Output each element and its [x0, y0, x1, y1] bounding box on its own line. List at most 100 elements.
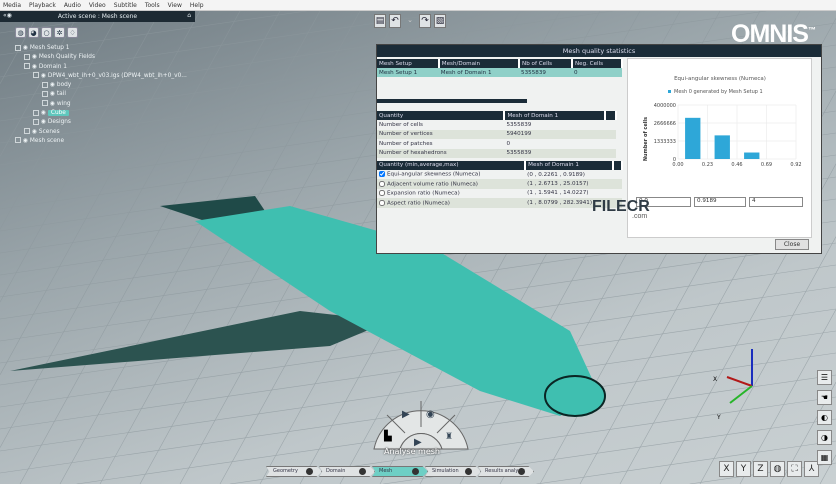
expand-icon[interactable]: [33, 72, 39, 79]
view-z-button[interactable]: Z: [753, 461, 768, 477]
visibility-eye-icon[interactable]: ◉: [32, 64, 39, 70]
col-quantity[interactable]: Quantity: [377, 111, 506, 121]
workflow-step-mesh[interactable]: Mesh: [372, 466, 428, 477]
undo-icon[interactable]: ↶: [389, 14, 401, 28]
shading-icon[interactable]: ◑: [817, 430, 832, 445]
table-row[interactable]: Number of cells 5355839: [377, 120, 616, 129]
ring-icon[interactable]: ○: [41, 27, 52, 38]
tree-icon[interactable]: ☰: [817, 370, 832, 385]
table-row[interactable]: Number of patches 0: [377, 139, 616, 148]
tree-item[interactable]: ◉ body: [6, 81, 187, 90]
redo-icon[interactable]: ↷: [419, 14, 431, 28]
quality-checkbox[interactable]: [379, 180, 385, 187]
expand-icon[interactable]: [24, 53, 30, 60]
menu-subtitle[interactable]: Subtitle: [114, 2, 137, 9]
visibility-eye-icon[interactable]: ◉: [41, 73, 48, 79]
visibility-eye-icon[interactable]: ◉: [50, 101, 57, 107]
col-mesh-domain[interactable]: Mesh/Domain: [438, 59, 521, 68]
table-row[interactable]: Mesh Setup 1 Mesh of Domain 1 5355839 0: [377, 68, 622, 78]
domain-icon[interactable]: ◕: [28, 27, 39, 38]
col-neg-cells[interactable]: Neg. Cells: [571, 59, 624, 68]
workflow-step-domain[interactable]: Domain: [319, 466, 375, 477]
visibility-eye-icon[interactable]: ◉: [50, 91, 57, 97]
visibility-eye-icon[interactable]: ◉: [23, 45, 30, 51]
tree-item[interactable]: ◉ DPW4_wbt_ih+0_v03.igs (DPW4_wbt_ih+0_v…: [6, 72, 187, 81]
visibility-eye-icon[interactable]: ◉: [41, 119, 48, 125]
camera-icon[interactable]: ⌂: [187, 12, 191, 19]
workflow-step-geometry[interactable]: Geometry: [266, 466, 322, 477]
visibility-eye-icon[interactable]: ◉: [41, 110, 48, 116]
tree-item[interactable]: ◉ Designs: [6, 118, 187, 127]
mesh-sphere-icon[interactable]: ◉: [426, 409, 435, 420]
menu-audio[interactable]: Audio: [64, 2, 81, 9]
table-row[interactable]: Number of vertices 5940199: [377, 129, 616, 140]
collapse-eye-icon[interactable]: «◉: [3, 12, 12, 19]
menu-playback[interactable]: Playback: [29, 2, 56, 9]
view-x-button[interactable]: X: [719, 461, 734, 477]
expand-icon[interactable]: [24, 128, 30, 135]
menu-tools[interactable]: Tools: [145, 2, 160, 9]
tree-item[interactable]: ◉ tail: [6, 90, 187, 99]
visibility-eye-icon[interactable]: ◉: [32, 129, 39, 135]
camera-view-icon[interactable]: ◍: [770, 461, 785, 477]
menu-video[interactable]: Video: [89, 2, 106, 9]
expand-icon[interactable]: [15, 44, 21, 51]
quality-checkbox[interactable]: [379, 171, 385, 178]
save-as-icon[interactable]: ▧: [434, 14, 446, 28]
table-row[interactable]: Equi-angular skewness (Numeca) (0 , 0.226…: [377, 170, 622, 179]
tree-item[interactable]: ◉ Mesh Quality Fields: [6, 53, 187, 62]
robot-icon[interactable]: ♜: [445, 432, 453, 442]
expand-icon[interactable]: [33, 118, 39, 125]
menu-view[interactable]: View: [168, 2, 182, 9]
max-field[interactable]: 0.9189: [694, 197, 746, 207]
save-icon[interactable]: ▤: [374, 14, 386, 28]
globe-icon[interactable]: ◍: [15, 27, 26, 38]
chart-icon[interactable]: ▙: [383, 429, 392, 442]
visibility-eye-icon[interactable]: ◉: [23, 138, 30, 144]
tree-item[interactable]: ◉ Mesh scene: [6, 137, 187, 146]
col-mesh-of-domain[interactable]: Mesh of Domain 1: [525, 160, 614, 170]
expand-icon[interactable]: [42, 90, 48, 97]
workflow-step-results-analysis[interactable]: Results analysis: [478, 466, 534, 477]
table-row[interactable]: Adjacent volume ratio (Numeca) (1 , 2.671…: [377, 179, 622, 189]
quality-checkbox[interactable]: [379, 190, 385, 197]
expand-icon[interactable]: [33, 109, 39, 116]
cube-view-icon[interactable]: ▦: [817, 450, 832, 465]
tree-item[interactable]: ◉ Mesh Setup 1: [6, 44, 187, 53]
menu-media[interactable]: Media: [3, 2, 21, 9]
visibility-eye-icon[interactable]: ◉: [32, 54, 39, 60]
col-nb-cells[interactable]: Nb of Cells: [519, 59, 573, 68]
gear-icon[interactable]: ✲: [54, 27, 65, 38]
col-mesh-of-domain[interactable]: Mesh of Domain 1: [504, 111, 607, 121]
bins-field[interactable]: 4: [749, 197, 803, 207]
play-icon[interactable]: ▶: [402, 409, 410, 420]
close-button[interactable]: Close: [775, 239, 809, 250]
col-quantity-stats[interactable]: Quantity (min,average,max): [377, 160, 527, 170]
tree-item[interactable]: ◉ wing: [6, 100, 187, 109]
table-row[interactable]: Expansion ratio (Numeca) (1 , 1.5941 , 14…: [377, 189, 622, 198]
expand-chevron-icon[interactable]: ⌄: [404, 14, 416, 28]
expand-icon[interactable]: [24, 63, 30, 70]
histogram-bar: [685, 117, 701, 159]
tree-item[interactable]: ◉ Scenes: [6, 128, 187, 137]
expand-icon[interactable]: [42, 81, 48, 88]
table-row[interactable]: Number of hexahedrons 5355839: [377, 148, 616, 158]
fit-view-icon[interactable]: ⛶: [787, 461, 802, 477]
visibility-eye-icon[interactable]: ◉: [50, 82, 57, 88]
render-icon[interactable]: ◐: [817, 410, 832, 425]
col-mesh-setup[interactable]: Mesh Setup: [377, 59, 440, 68]
tree-item[interactable]: ◉ Domain 1: [6, 63, 187, 72]
tree-item[interactable]: ◉ Cube: [6, 109, 187, 118]
bulb-icon[interactable]: ♢: [67, 27, 78, 38]
x-tick-label: 0.00: [672, 162, 683, 168]
hand-icon[interactable]: ☚: [817, 390, 832, 405]
view-y-button[interactable]: Y: [736, 461, 751, 477]
expand-icon[interactable]: [15, 137, 21, 144]
table-row[interactable]: Aspect ratio (Numeca) (1 , 8.0799 , 282.3…: [377, 198, 622, 208]
expand-icon[interactable]: [42, 100, 48, 107]
cell: Expansion ratio (Numeca): [377, 189, 525, 198]
workflow-step-simulation[interactable]: Simulation: [425, 466, 481, 477]
horizontal-scrollbar[interactable]: [377, 99, 527, 104]
menu-help[interactable]: Help: [190, 2, 204, 9]
quality-checkbox[interactable]: [379, 199, 385, 206]
